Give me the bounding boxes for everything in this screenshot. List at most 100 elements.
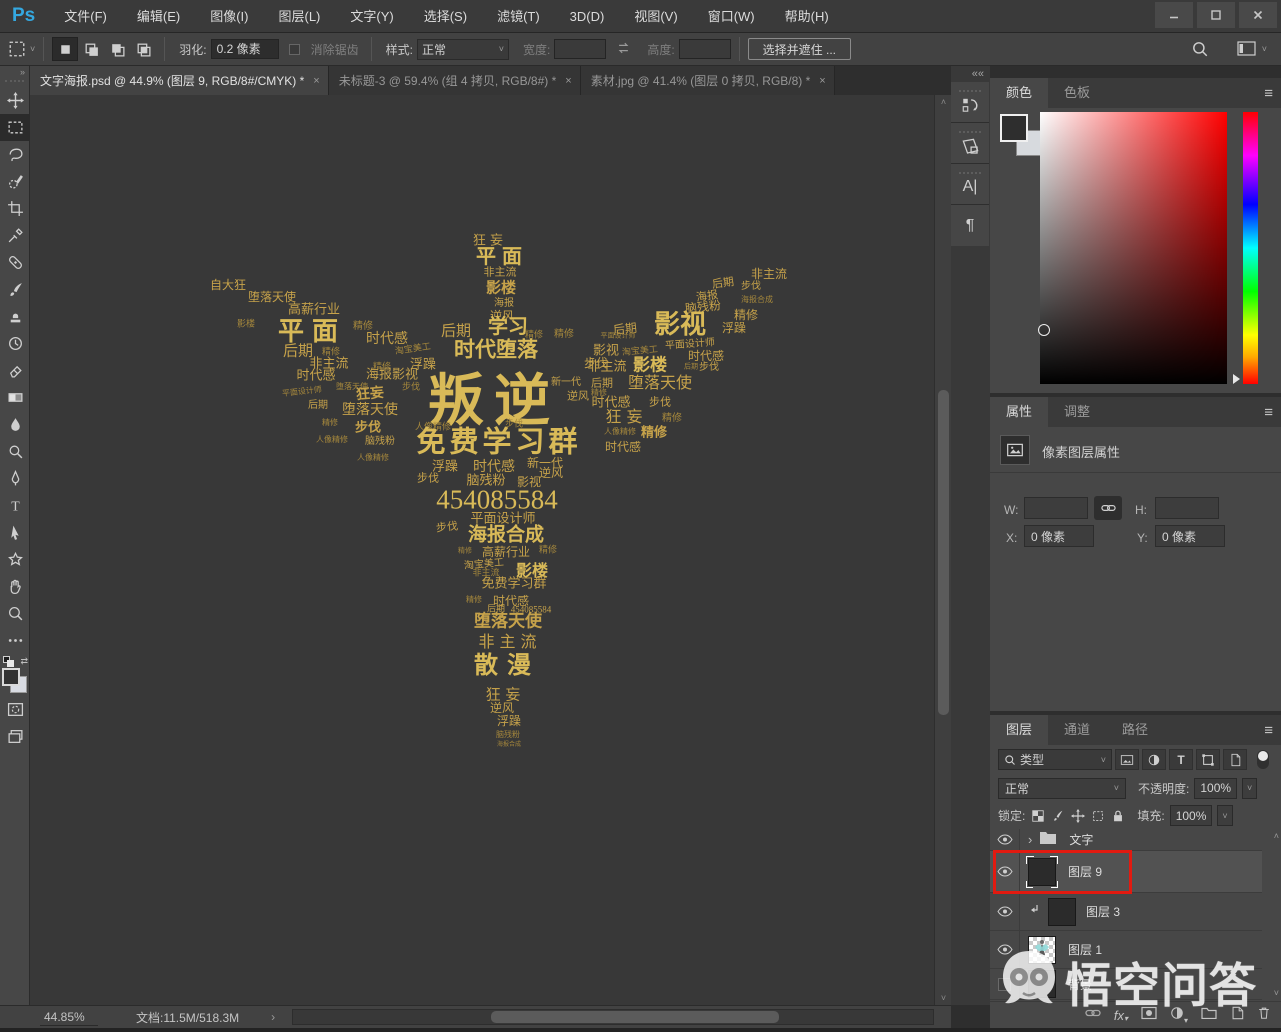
expand-group-icon[interactable]: › <box>1028 832 1032 847</box>
zoom-tool[interactable] <box>0 600 30 627</box>
character-panel-icon[interactable]: A| <box>951 164 989 205</box>
document-tab[interactable]: 素材.jpg @ 41.4% (图层 0 拷贝, RGB/8) *× <box>581 66 835 95</box>
eraser-tool[interactable] <box>0 357 30 384</box>
blur-tool[interactable] <box>0 411 30 438</box>
history-panel-icon[interactable] <box>951 82 989 123</box>
lasso-tool[interactable] <box>0 141 30 168</box>
horizontal-scrollbar-thumb[interactable] <box>491 1011 779 1023</box>
scroll-up-icon[interactable]: ˄ <box>935 97 952 107</box>
height-input[interactable] <box>679 39 731 59</box>
add-layer-mask-icon[interactable] <box>1141 1006 1157 1025</box>
visibility-eye-icon[interactable] <box>990 829 1020 850</box>
spot-healing-tool[interactable] <box>0 249 30 276</box>
foreground-color-swatch[interactable] <box>1000 114 1028 142</box>
filter-smart-objects-icon[interactable] <box>1223 749 1247 770</box>
lock-all-icon[interactable] <box>1111 809 1125 823</box>
search-icon[interactable] <box>1191 40 1209 58</box>
clone-stamp-tool[interactable] <box>0 303 30 330</box>
lock-transparency-icon[interactable] <box>1031 809 1045 823</box>
minimize-button[interactable] <box>1155 2 1193 28</box>
new-layer-icon[interactable] <box>1230 1006 1244 1025</box>
collapse-toolbar-icon[interactable]: » <box>0 66 29 79</box>
eyedropper-tool[interactable] <box>0 222 30 249</box>
visibility-off-box[interactable] <box>990 969 1020 999</box>
panel-menu-icon[interactable]: ≡ <box>1264 722 1273 739</box>
vertical-scrollbar-thumb[interactable] <box>938 390 949 715</box>
scroll-down-icon[interactable]: ˅ <box>935 993 952 1003</box>
type-tool[interactable]: T <box>0 492 30 519</box>
fill-dropdown[interactable]: ˅ <box>1217 805 1232 826</box>
maximize-button[interactable] <box>1197 2 1235 28</box>
menu-item[interactable]: 窗口(W) <box>693 0 770 33</box>
lock-pixels-icon[interactable] <box>1051 809 1065 823</box>
custom-shape-tool[interactable] <box>0 546 30 573</box>
new-group-icon[interactable] <box>1201 1006 1217 1024</box>
layer-row-图层-3[interactable]: 图层 3 <box>990 893 1262 931</box>
hue-ramp[interactable] <box>1243 112 1258 384</box>
y-input[interactable]: 0 像素 <box>1155 525 1225 547</box>
crop-tool[interactable] <box>0 195 30 222</box>
swap-dimensions-icon[interactable] <box>616 41 631 58</box>
canvas[interactable]: 狂 妄平面非主流影楼海报逆风后期学习精修精修时代堕落浮躁步伐自大狂堕落天使高薪行… <box>30 95 934 1005</box>
opacity-dropdown[interactable]: ˅ <box>1242 778 1257 799</box>
layer-filter-select[interactable]: 类型 ˅ <box>998 749 1112 770</box>
menu-item[interactable]: 视图(V) <box>619 0 692 33</box>
menu-item[interactable]: 帮助(H) <box>770 0 844 33</box>
menu-item[interactable]: 图像(I) <box>195 0 263 33</box>
screen-mode-button[interactable] <box>0 723 30 750</box>
layer-row-背景[interactable]: 背景 <box>990 969 1262 1000</box>
zoom-level-field[interactable]: 44.85% <box>40 1009 98 1026</box>
scroll-down-icon[interactable]: ˅ <box>1274 988 1279 998</box>
adjustment-layer-icon[interactable]: ▾ <box>1170 1006 1188 1025</box>
style-select[interactable]: 正常˅ <box>417 39 509 60</box>
layer-thumbnail[interactable] <box>1048 898 1076 926</box>
quick-selection-tool[interactable] <box>0 168 30 195</box>
x-input[interactable]: 0 像素 <box>1024 525 1094 547</box>
new-selection-button[interactable] <box>52 37 78 61</box>
color-cursor[interactable] <box>1038 324 1050 336</box>
panel-menu-icon[interactable]: ≡ <box>1264 404 1273 421</box>
visibility-eye-icon[interactable] <box>990 931 1020 968</box>
subtract-from-selection-button[interactable] <box>104 37 130 61</box>
workspace-switcher[interactable]: ˅ <box>1237 41 1267 57</box>
layer-thumbnail[interactable] <box>1028 970 1056 998</box>
select-and-mask-button[interactable]: 选择并遮住 ... <box>748 38 851 60</box>
scroll-up-icon[interactable]: ˄ <box>1274 831 1279 841</box>
color-panel-tab[interactable]: 色板 <box>1048 78 1106 108</box>
dodge-tool[interactable] <box>0 438 30 465</box>
width-input[interactable] <box>554 39 606 59</box>
layer-name[interactable]: 背景 <box>1068 976 1092 993</box>
filter-adjustment-layers-icon[interactable] <box>1142 749 1166 770</box>
visibility-eye-icon[interactable] <box>990 893 1020 930</box>
path-selection-tool[interactable] <box>0 519 30 546</box>
properties-panel-tab[interactable]: 属性 <box>990 397 1048 427</box>
hue-marker[interactable] <box>1233 374 1240 384</box>
document-tab[interactable]: 文字海报.psd @ 44.9% (图层 9, RGB/8#/CMYK) *× <box>30 66 329 95</box>
fill-value[interactable]: 100% <box>1170 805 1213 826</box>
layer-name[interactable]: 文字 <box>1069 831 1093 848</box>
lock-artboard-icon[interactable] <box>1091 809 1105 823</box>
menu-item[interactable]: 文件(F) <box>49 0 122 33</box>
tool-preset[interactable]: ˅ <box>8 40 35 58</box>
filter-type-layers-icon[interactable]: T <box>1169 749 1193 770</box>
horizontal-scrollbar[interactable] <box>292 1009 934 1025</box>
history-brush-tool[interactable] <box>0 330 30 357</box>
menu-item[interactable]: 选择(S) <box>409 0 482 33</box>
layer-row-文字[interactable]: › 文字 <box>990 829 1262 851</box>
close-tab-icon[interactable]: × <box>819 75 825 87</box>
layers-panel-tab[interactable]: 图层 <box>990 715 1048 745</box>
paragraph-panel-icon[interactable]: ¶ <box>951 205 989 246</box>
delete-layer-icon[interactable] <box>1257 1006 1271 1025</box>
layers-panel-tab[interactable]: 通道 <box>1048 715 1106 745</box>
quick-mask-button[interactable] <box>0 696 30 723</box>
layer-effects-icon[interactable]: fx▾ <box>1114 1008 1128 1023</box>
panel-menu-icon[interactable]: ≡ <box>1264 85 1273 102</box>
edit-toolbar[interactable] <box>0 627 30 654</box>
menu-item[interactable]: 编辑(E) <box>122 0 195 33</box>
brush-tool[interactable] <box>0 276 30 303</box>
blend-mode-select[interactable]: 正常˅ <box>998 778 1126 799</box>
opacity-value[interactable]: 100% <box>1194 778 1237 799</box>
antialias-checkbox[interactable] <box>289 44 300 55</box>
properties-panel-tab[interactable]: 调整 <box>1048 397 1106 427</box>
hand-tool[interactable] <box>0 573 30 600</box>
